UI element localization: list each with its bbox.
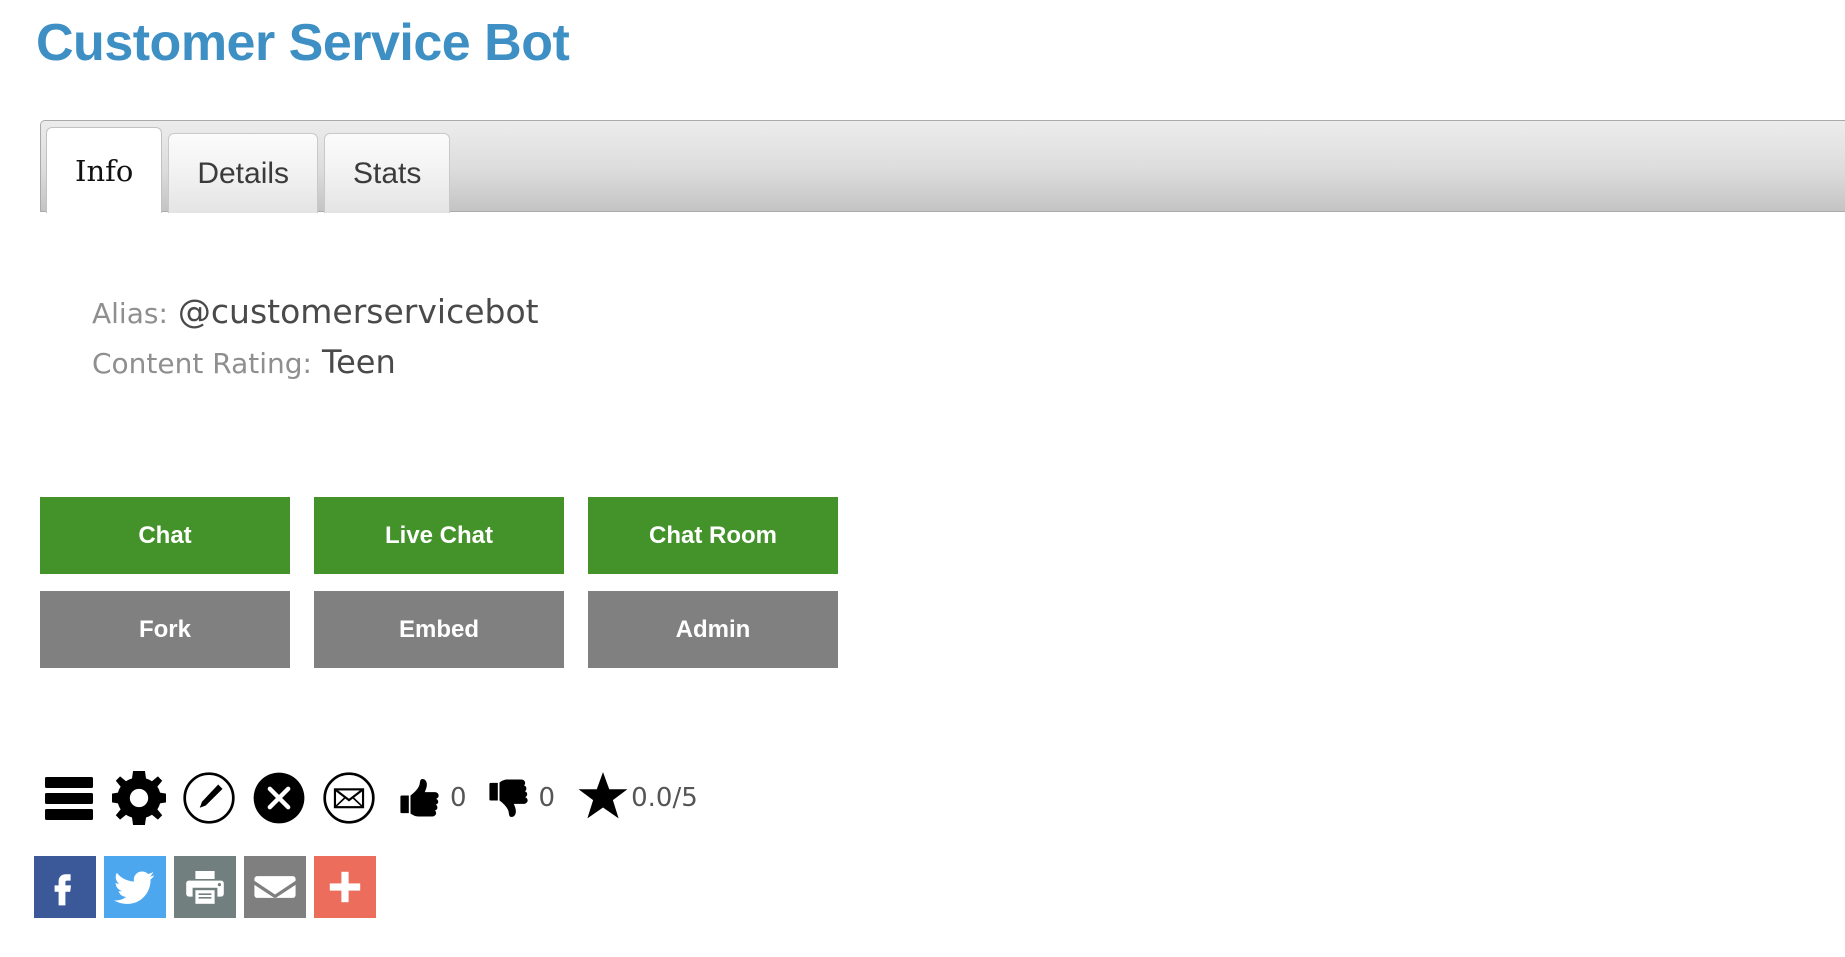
primary-action-row: Chat Live Chat Chat Room — [40, 497, 862, 574]
print-button[interactable] — [174, 856, 236, 918]
thumbs-up-group[interactable]: 0 — [400, 777, 467, 819]
alias-label: Alias: — [92, 297, 168, 330]
gear-icon[interactable] — [108, 767, 170, 829]
thumbs-up-count: 0 — [450, 783, 467, 813]
thumbs-down-count: 0 — [538, 783, 556, 813]
tab-list: Info Details Stats — [46, 127, 456, 213]
page-root: Customer Service Bot Info Details Stats … — [0, 0, 1845, 957]
star-rating-value: 0.0/5 — [631, 783, 698, 813]
admin-button[interactable]: Admin — [588, 591, 838, 668]
live-chat-button[interactable]: Live Chat — [314, 497, 564, 574]
info-panel: Alias: @customerservicebot Content Ratin… — [92, 288, 539, 388]
secondary-action-row: Fork Embed Admin — [40, 591, 862, 668]
thumbs-down-icon — [488, 777, 531, 819]
live-chat-button-label: Live Chat — [384, 521, 494, 549]
embed-button[interactable]: Embed — [314, 591, 564, 668]
chat-room-button[interactable]: Chat Room — [588, 497, 838, 574]
admin-button-label: Admin — [675, 615, 751, 643]
tab-stats[interactable]: Stats — [324, 133, 451, 213]
facebook-share-button[interactable] — [34, 856, 96, 918]
chat-button[interactable]: Chat — [40, 497, 290, 574]
tab-details-label: Details — [197, 156, 290, 190]
envelope-circle-icon[interactable] — [318, 767, 380, 829]
edit-pencil-icon[interactable] — [178, 767, 240, 829]
action-button-grid: Chat Live Chat Chat Room Fork Embed Admi… — [40, 497, 862, 668]
content-rating-value: Teen — [321, 343, 396, 381]
share-button-row — [34, 856, 384, 918]
tab-bar: Info Details Stats — [40, 120, 1845, 213]
star-icon — [577, 770, 629, 827]
tab-details[interactable]: Details — [168, 133, 319, 213]
content-rating-label: Content Rating: — [92, 347, 312, 380]
thumbs-up-icon — [400, 777, 442, 819]
chat-button-label: Chat — [138, 521, 192, 549]
close-circle-icon[interactable] — [248, 767, 310, 829]
menu-icon[interactable] — [38, 767, 100, 829]
tab-info-label: Info — [75, 153, 134, 188]
tab-stats-label: Stats — [353, 156, 422, 190]
tab-info[interactable]: Info — [46, 127, 163, 213]
twitter-share-button[interactable] — [104, 856, 166, 918]
star-rating-group[interactable]: 0.0/5 — [577, 770, 698, 827]
embed-button-label: Embed — [398, 615, 479, 643]
content-rating-row: Content Rating: Teen — [92, 338, 539, 388]
icon-toolbar: 0 0 0.0/5 — [38, 762, 698, 834]
email-share-button[interactable] — [244, 856, 306, 918]
alias-row: Alias: @customerservicebot — [92, 288, 539, 338]
fork-button-label: Fork — [138, 615, 191, 643]
thumbs-down-group[interactable]: 0 — [488, 777, 556, 819]
page-title: Customer Service Bot — [36, 14, 570, 72]
fork-button[interactable]: Fork — [40, 591, 290, 668]
more-share-button[interactable] — [314, 856, 376, 918]
chat-room-button-label: Chat Room — [649, 521, 777, 549]
alias-value: @customerservicebot — [177, 292, 539, 331]
